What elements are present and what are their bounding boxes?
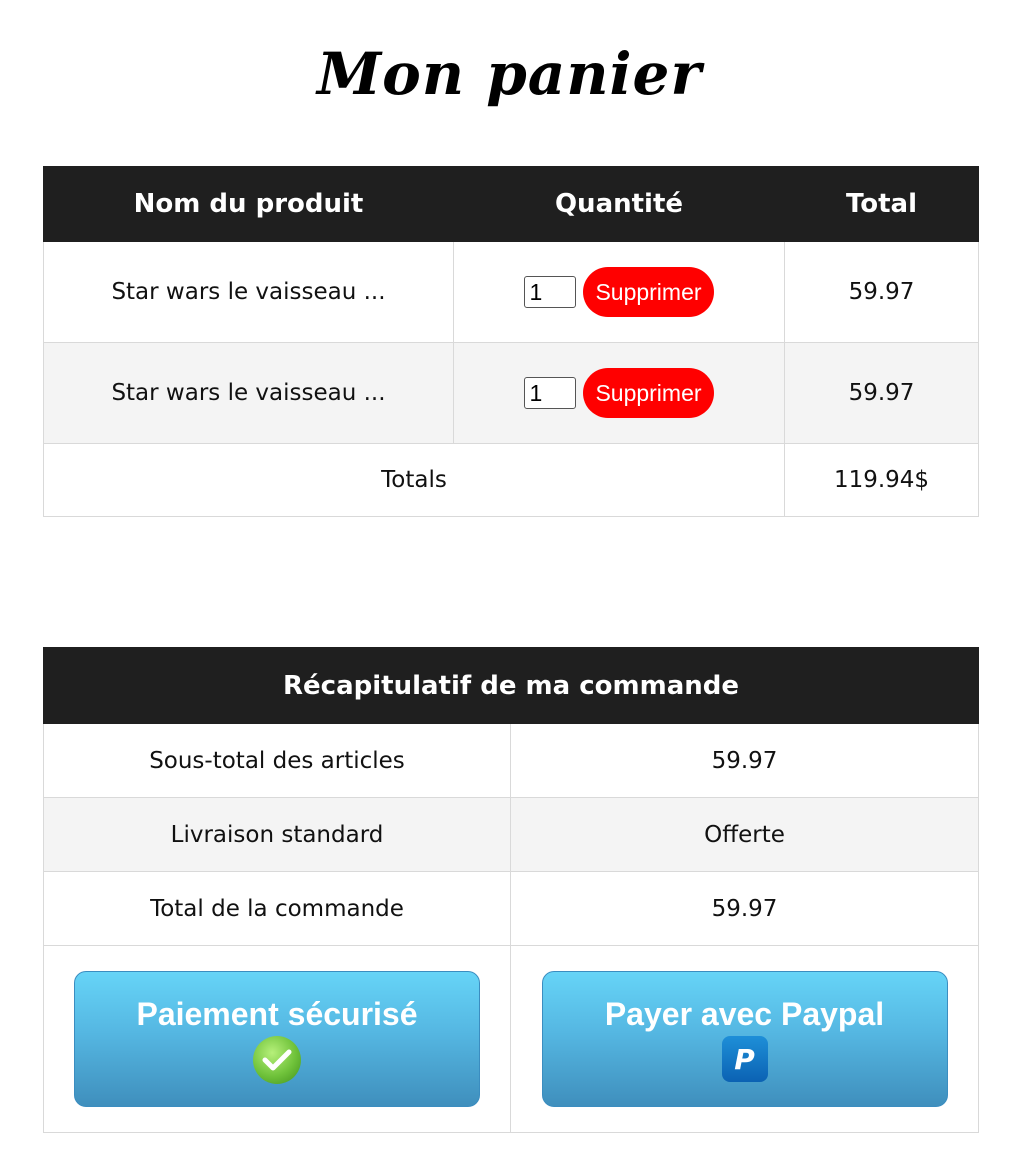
secure-payment-cell: Paiement sécurisé bbox=[43, 945, 511, 1133]
summary-value: 59.97 bbox=[509, 723, 980, 798]
paypal-button[interactable]: Payer avec Paypal P bbox=[541, 971, 948, 1107]
check-icon bbox=[253, 1036, 301, 1084]
summary-heading: Récapitulatif de ma commande bbox=[42, 647, 980, 724]
column-header-name: Nom du produit bbox=[43, 166, 454, 242]
column-header-quantity: Quantité bbox=[453, 166, 785, 242]
quantity-input[interactable] bbox=[524, 276, 577, 308]
product-name: Star wars le vaisseau ... bbox=[43, 342, 454, 444]
order-summary-table: Récapitulatif de ma commande Sous-total … bbox=[42, 647, 980, 1133]
cart-header-row: Nom du produit Quantité Total bbox=[43, 166, 979, 242]
quantity-cell: Supprimer bbox=[453, 241, 785, 343]
quantity-cell: Supprimer bbox=[453, 342, 785, 444]
summary-row-order-total: Total de la commande 59.97 bbox=[43, 871, 980, 946]
quantity-input[interactable] bbox=[524, 377, 577, 409]
totals-value: 119.94$ bbox=[784, 443, 979, 517]
summary-value: Offerte bbox=[509, 797, 980, 872]
summary-label: Sous-total des articles bbox=[43, 723, 511, 798]
remove-button[interactable]: Supprimer bbox=[583, 267, 714, 317]
summary-header-row: Récapitulatif de ma commande bbox=[42, 647, 980, 724]
column-header-total: Total bbox=[784, 166, 979, 242]
line-total: 59.97 bbox=[784, 241, 979, 343]
remove-button[interactable]: Supprimer bbox=[583, 368, 714, 418]
paypal-icon: P bbox=[721, 1036, 768, 1082]
cart-table: Nom du produit Quantité Total Star wars … bbox=[43, 166, 979, 517]
table-row: Star wars le vaisseau ... Supprimer 59.9… bbox=[43, 241, 979, 343]
secure-payment-button[interactable]: Paiement sécurisé bbox=[74, 971, 480, 1107]
line-total: 59.97 bbox=[784, 342, 979, 444]
payment-row: Paiement sécurisé Payer avec Paypal P bbox=[43, 945, 980, 1133]
product-name: Star wars le vaisseau ... bbox=[43, 241, 454, 343]
secure-payment-label: Paiement sécurisé bbox=[136, 996, 418, 1032]
paypal-label: Payer avec Paypal bbox=[604, 996, 885, 1032]
summary-value: 59.97 bbox=[509, 871, 980, 946]
page-title: Mon panier bbox=[316, 40, 703, 108]
check-mark bbox=[262, 1049, 292, 1071]
summary-label: Livraison standard bbox=[43, 797, 511, 872]
summary-label: Total de la commande bbox=[43, 871, 511, 946]
totals-label: Totals bbox=[43, 443, 785, 517]
table-row: Star wars le vaisseau ... Supprimer 59.9… bbox=[43, 342, 979, 444]
paypal-cell: Payer avec Paypal P bbox=[509, 945, 980, 1133]
summary-row-subtotal: Sous-total des articles 59.97 bbox=[43, 723, 980, 798]
totals-row: Totals 119.94$ bbox=[43, 443, 979, 517]
summary-row-shipping: Livraison standard Offerte bbox=[43, 797, 980, 872]
